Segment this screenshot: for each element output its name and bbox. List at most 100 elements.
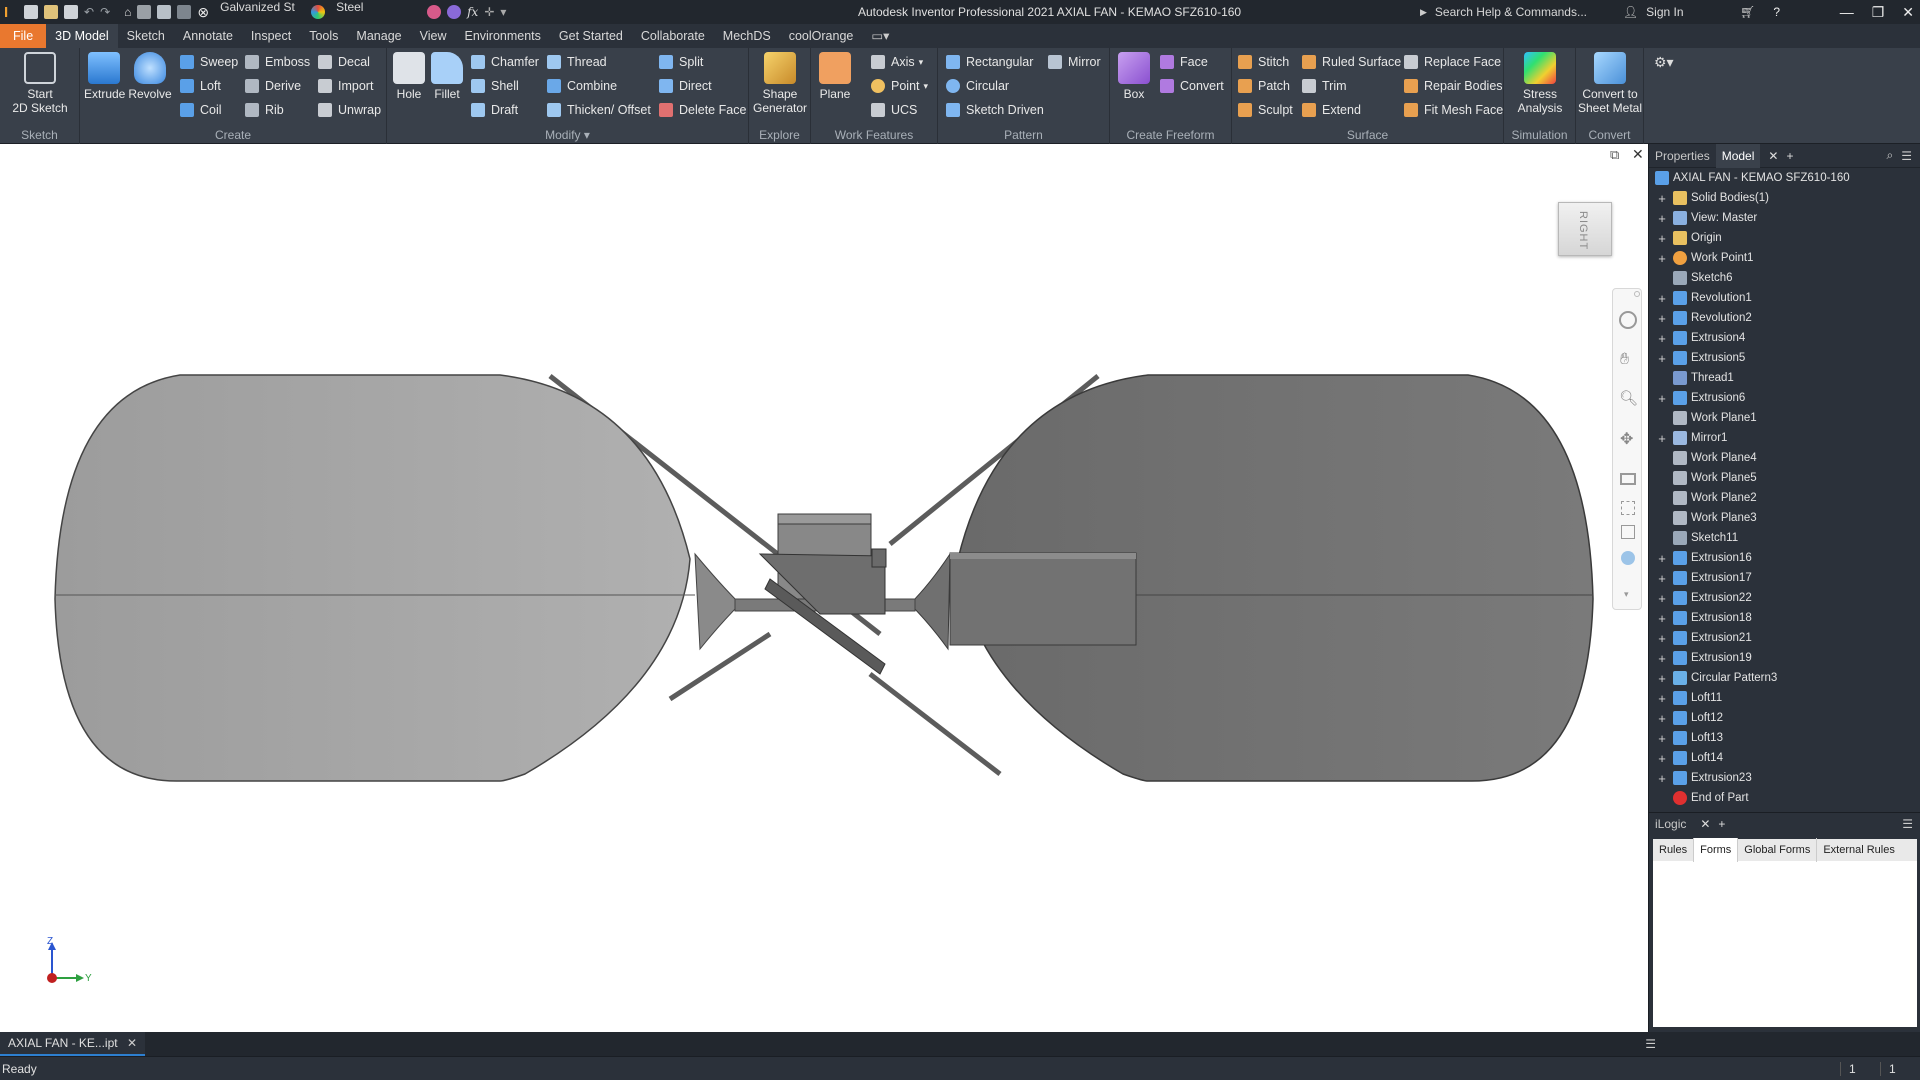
tab-annotate[interactable]: Annotate xyxy=(174,24,242,48)
extend-button[interactable]: Extend xyxy=(1302,101,1361,119)
viewcube[interactable]: RIGHT xyxy=(1558,202,1612,256)
loft-button[interactable]: Loft xyxy=(180,77,221,95)
unwrap-button[interactable]: Unwrap xyxy=(318,101,381,119)
help-icon[interactable]: ? xyxy=(1773,5,1780,19)
rectangular-pattern-button[interactable]: Rectangular xyxy=(946,53,1033,71)
revolve-button[interactable]: Revolve xyxy=(128,52,172,101)
tree-item-work-point1[interactable]: + Work Point1 xyxy=(1649,248,1920,268)
expand-plus-icon[interactable]: + xyxy=(1657,391,1667,406)
document-tab[interactable]: AXIAL FAN - KE...ipt ✕ xyxy=(0,1032,145,1056)
patch-button[interactable]: Patch xyxy=(1238,77,1290,95)
chamfer-button[interactable]: Chamfer xyxy=(471,53,539,71)
tree-item-extrusion18[interactable]: + Extrusion18 xyxy=(1649,608,1920,628)
fillet-button[interactable]: Fillet xyxy=(429,52,465,101)
tab-coolorange[interactable]: coolOrange xyxy=(780,24,863,48)
look-at-icon[interactable] xyxy=(1620,473,1636,485)
expand-plus-icon[interactable]: + xyxy=(1657,351,1667,366)
redo-icon[interactable]: ↷ xyxy=(100,5,110,19)
fx-parameters-icon[interactable]: fx xyxy=(467,5,478,19)
expand-plus-icon[interactable]: + xyxy=(1657,571,1667,586)
right-mount-block[interactable] xyxy=(949,552,1137,646)
viewport-layout-icon[interactable]: ⧉ xyxy=(1610,147,1619,163)
sweep-button[interactable]: Sweep xyxy=(180,53,238,71)
zoom-all-icon[interactable] xyxy=(1621,501,1635,515)
tab-file[interactable]: File xyxy=(0,24,47,48)
appearance-ball-icon[interactable] xyxy=(311,5,326,19)
new-file-icon[interactable] xyxy=(24,5,38,19)
rib-button[interactable]: Rib xyxy=(245,101,284,119)
mirror-button[interactable]: Mirror xyxy=(1048,53,1101,71)
expand-plus-icon[interactable]: + xyxy=(1657,291,1667,306)
add-tab-icon[interactable]: + xyxy=(1786,149,1793,163)
left-blade[interactable] xyxy=(54,374,691,782)
point-button[interactable]: Point ▾ xyxy=(871,77,928,95)
tab-collaborate[interactable]: Collaborate xyxy=(632,24,714,48)
adjust-appearance-icon[interactable] xyxy=(427,5,442,19)
close-icon[interactable]: ✕ xyxy=(1700,817,1710,831)
close-button[interactable]: ✕ xyxy=(1902,4,1914,21)
expand-plus-icon[interactable]: + xyxy=(1657,231,1667,246)
panel-label-modify[interactable]: Modify ▾ xyxy=(387,128,748,142)
search-icon[interactable]: ⌕ xyxy=(1887,148,1894,163)
tab-get-started[interactable]: Get Started xyxy=(550,24,632,48)
split-button[interactable]: Split xyxy=(659,53,703,71)
customize-arrow-icon[interactable]: ▾ xyxy=(500,5,506,19)
expand-plus-icon[interactable]: + xyxy=(1657,651,1667,666)
convert-freeform-button[interactable]: Convert xyxy=(1160,77,1224,95)
update-icon[interactable] xyxy=(137,5,152,19)
direct-button[interactable]: Direct xyxy=(659,77,712,95)
tree-item-work-plane3[interactable]: Work Plane3 xyxy=(1649,508,1920,528)
tree-item-work-plane5[interactable]: Work Plane5 xyxy=(1649,468,1920,488)
expand-plus-icon[interactable]: + xyxy=(1657,611,1667,626)
draft-button[interactable]: Draft xyxy=(471,101,518,119)
close-icon[interactable]: ✕ xyxy=(127,1036,137,1050)
zoom-icon[interactable]: 🔍︎ xyxy=(1619,389,1638,407)
stress-analysis-button[interactable]: Stress Analysis xyxy=(1508,52,1572,115)
tree-item-loft11[interactable]: + Loft11 xyxy=(1649,688,1920,708)
pan-hand-icon[interactable]: ✋︎ xyxy=(1620,351,1629,369)
tree-item-work-plane4[interactable]: Work Plane4 xyxy=(1649,448,1920,468)
tree-item-circular-pattern3[interactable]: + Circular Pattern3 xyxy=(1649,668,1920,688)
tree-item-thread1[interactable]: Thread1 xyxy=(1649,368,1920,388)
clear-appearance-icon[interactable] xyxy=(447,5,462,19)
tree-item-sketch11[interactable]: Sketch11 xyxy=(1649,528,1920,548)
coil-button[interactable]: Coil xyxy=(180,101,222,119)
expand-plus-icon[interactable]: + xyxy=(1657,691,1667,706)
tab-model[interactable]: Model xyxy=(1715,143,1761,168)
tree-item-mirror1[interactable]: + Mirror1 xyxy=(1649,428,1920,448)
close-icon[interactable]: ✕ xyxy=(1768,149,1778,163)
face-button[interactable]: Face xyxy=(1160,53,1208,71)
tree-item-extrusion22[interactable]: + Extrusion22 xyxy=(1649,588,1920,608)
thicken-offset-button[interactable]: Thicken/ Offset xyxy=(547,101,651,119)
tree-item-work-plane1[interactable]: Work Plane1 xyxy=(1649,408,1920,428)
open-folder-icon[interactable] xyxy=(44,5,58,19)
orbit-icon[interactable]: ✥ xyxy=(1620,429,1633,449)
document-menu-icon[interactable]: ☰ xyxy=(1645,1037,1656,1051)
tree-item-extrusion5[interactable]: + Extrusion5 xyxy=(1649,348,1920,368)
tree-item-view-master[interactable]: + View: Master xyxy=(1649,208,1920,228)
sign-in-button[interactable]: Sign In xyxy=(1646,5,1732,19)
viewport-close-icon[interactable]: ✕ xyxy=(1632,146,1644,163)
tree-item-extrusion4[interactable]: + Extrusion4 xyxy=(1649,328,1920,348)
expand-plus-icon[interactable]: + xyxy=(1657,731,1667,746)
sketch-driven-button[interactable]: Sketch Driven xyxy=(946,101,1044,119)
restore-button[interactable]: ❐ xyxy=(1872,4,1885,21)
tab-inspect[interactable]: Inspect xyxy=(242,24,300,48)
tree-item-work-plane2[interactable]: Work Plane2 xyxy=(1649,488,1920,508)
tree-item-loft14[interactable]: + Loft14 xyxy=(1649,748,1920,768)
expand-plus-icon[interactable]: + xyxy=(1657,551,1667,566)
expand-plus-icon[interactable]: + xyxy=(1657,431,1667,446)
tree-item-origin[interactable]: + Origin xyxy=(1649,228,1920,248)
tree-item-extrusion17[interactable]: + Extrusion17 xyxy=(1649,568,1920,588)
thread-button[interactable]: Thread xyxy=(547,53,607,71)
cart-icon[interactable]: 🛒︎ xyxy=(1740,5,1755,19)
expand-plus-icon[interactable]: + xyxy=(1657,591,1667,606)
ilogic-title[interactable]: iLogic xyxy=(1649,812,1692,836)
expand-plus-icon[interactable]: + xyxy=(1657,711,1667,726)
tree-item-extrusion19[interactable]: + Extrusion19 xyxy=(1649,648,1920,668)
tree-item-extrusion16[interactable]: + Extrusion16 xyxy=(1649,548,1920,568)
navbar-close-icon[interactable] xyxy=(1634,291,1640,297)
add-tab-icon[interactable]: + xyxy=(1718,817,1725,831)
sculpt-button[interactable]: Sculpt xyxy=(1238,101,1293,119)
tab-sketch[interactable]: Sketch xyxy=(118,24,174,48)
